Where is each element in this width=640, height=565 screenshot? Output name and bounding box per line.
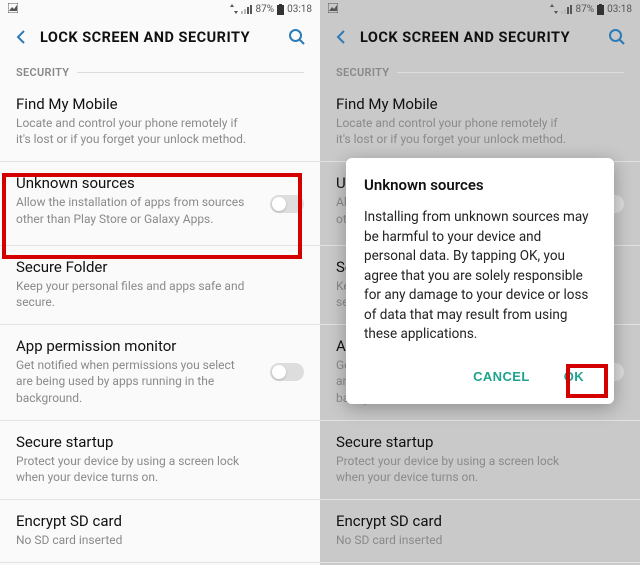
clock: 03:18 bbox=[607, 4, 632, 15]
ok-button[interactable]: OK bbox=[556, 363, 592, 390]
unknown-sources-dialog: Unknown sources Installing from unknown … bbox=[346, 158, 614, 404]
item-app-permission-monitor[interactable]: App permission monitor Get notified when… bbox=[0, 325, 320, 421]
header: LOCK SCREEN AND SECURITY bbox=[0, 18, 320, 60]
item-desc: Protect your device by using a screen lo… bbox=[16, 453, 304, 485]
status-bar: 87% 03:18 bbox=[320, 0, 640, 18]
item-desc: No SD card inserted bbox=[16, 532, 304, 548]
item-secure-startup[interactable]: Secure startup Protect your device by us… bbox=[0, 421, 320, 500]
dialog-scrim: Unknown sources Installing from unknown … bbox=[320, 18, 640, 565]
unknown-sources-toggle[interactable] bbox=[270, 195, 304, 213]
item-encrypt-sd[interactable]: Encrypt SD card No SD card inserted bbox=[0, 500, 320, 563]
settings-screen-left: LOCK SCREEN AND SECURITY SECURITY Find M… bbox=[0, 18, 320, 565]
battery-pct: 87% bbox=[256, 4, 275, 15]
clock: 03:18 bbox=[287, 4, 312, 15]
item-unknown-sources[interactable]: Unknown sources Allow the installation o… bbox=[0, 162, 320, 245]
picture-icon bbox=[8, 3, 18, 13]
section-label: SECURITY bbox=[16, 66, 69, 79]
item-find-my-mobile[interactable]: Find My Mobile Locate and control your p… bbox=[0, 83, 320, 162]
item-title: Secure Folder bbox=[16, 258, 304, 276]
app-permission-toggle[interactable] bbox=[270, 363, 304, 381]
back-icon[interactable] bbox=[14, 29, 28, 45]
item-title: Find My Mobile bbox=[16, 95, 304, 113]
battery-icon bbox=[277, 4, 284, 15]
page-title: LOCK SCREEN AND SECURITY bbox=[40, 29, 276, 46]
item-desc: Keep your personal files and apps safe a… bbox=[16, 278, 304, 310]
item-title: Encrypt SD card bbox=[16, 512, 304, 530]
dialog-actions: CANCEL OK bbox=[364, 359, 596, 394]
item-title: App permission monitor bbox=[16, 337, 304, 355]
cancel-button[interactable]: CANCEL bbox=[465, 363, 538, 390]
item-title: Unknown sources bbox=[16, 174, 304, 192]
item-desc: Locate and control your phone remotely i… bbox=[16, 115, 304, 147]
picture-icon bbox=[328, 3, 338, 13]
data-icon bbox=[550, 4, 558, 14]
item-title: Secure startup bbox=[16, 433, 304, 451]
status-bar: 87% 03:18 bbox=[0, 0, 320, 18]
item-desc: Get notified when permissions you select… bbox=[16, 357, 304, 406]
battery-pct: 87% bbox=[576, 4, 595, 15]
signal-icon bbox=[561, 4, 573, 14]
phone-right: 87% 03:18 LOCK SCREEN AND SECURITY SECUR… bbox=[320, 0, 640, 565]
divider bbox=[77, 72, 304, 73]
data-icon bbox=[230, 4, 238, 14]
item-secure-folder[interactable]: Secure Folder Keep your personal files a… bbox=[0, 246, 320, 325]
settings-screen-right: LOCK SCREEN AND SECURITY SECURITY Find M… bbox=[320, 18, 640, 565]
signal-icon bbox=[241, 4, 253, 14]
dialog-body: Installing from unknown sources may be h… bbox=[364, 208, 596, 345]
search-icon[interactable] bbox=[288, 28, 306, 46]
dialog-title: Unknown sources bbox=[364, 176, 596, 194]
phone-left: 87% 03:18 LOCK SCREEN AND SECURITY SECUR… bbox=[0, 0, 320, 565]
item-desc: Allow the installation of apps from sour… bbox=[16, 194, 304, 226]
battery-icon bbox=[597, 4, 604, 15]
section-header: SECURITY bbox=[0, 60, 320, 83]
